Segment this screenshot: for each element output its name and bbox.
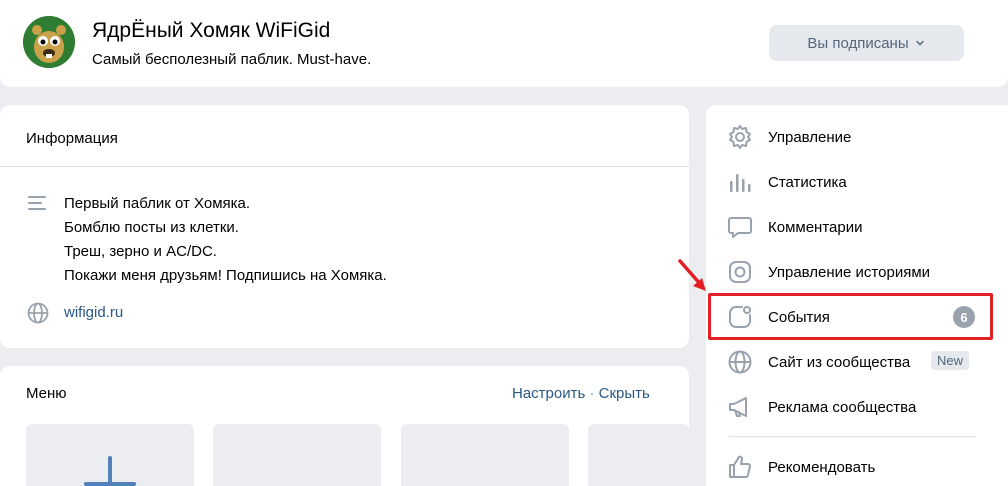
menu-title: Меню [26, 385, 67, 402]
hamster-avatar-icon [23, 16, 75, 68]
sidebar-item-label: Управление [768, 128, 852, 146]
thumbs-up-icon [729, 455, 751, 478]
megaphone-icon [729, 397, 747, 417]
community-header: ЯдрЁный Хомяк WiFiGid Самый бесполезный … [0, 0, 1008, 87]
menu-tile[interactable] [588, 424, 689, 486]
arrow-annotation-icon [678, 259, 706, 291]
sidebar-item-label: Статистика [768, 173, 847, 191]
page-title: ЯдрЁный Хомяк WiFiGid [92, 19, 331, 42]
subscribed-button-label: Вы подписаны [807, 34, 909, 52]
community-status: Самый бесполезный паблик. Must-have. [92, 51, 372, 68]
menu-tile[interactable] [213, 424, 381, 486]
description-line: Покажи меня друзьям! Подпишись на Хомяка… [64, 267, 387, 284]
menu-actions: Настроить · Скрыть [512, 385, 650, 402]
divider [729, 436, 976, 437]
gear-icon [729, 125, 751, 149]
configure-link[interactable]: Настроить [512, 385, 585, 402]
globe-icon [27, 302, 49, 324]
sidebar-item-ads[interactable]: Реклама сообщества [716, 387, 986, 427]
hide-link[interactable]: Скрыть [599, 385, 650, 402]
avatar[interactable] [23, 16, 75, 68]
sidebar-item-label: Управление историями [768, 263, 931, 281]
description-lines-icon [28, 196, 46, 210]
sidebar-item-label: Сайт из сообщества [768, 353, 911, 371]
info-title: Информация [26, 130, 118, 147]
sidebar-item-recommend[interactable]: Рекомендовать [716, 447, 986, 486]
chevron-down-icon [915, 40, 924, 46]
sidebar-item-label: Рекомендовать [768, 458, 876, 476]
description-line: Бомблю посты из клетки. [64, 219, 239, 236]
website-link[interactable]: wifigid.ru [64, 304, 123, 321]
bar-chart-icon [730, 174, 751, 192]
menu-tile[interactable] [401, 424, 569, 486]
description-line: Треш, зерно и AC/DC. [64, 243, 217, 260]
menu-tile-add[interactable] [26, 424, 194, 486]
plus-icon [84, 456, 136, 486]
sidebar-item-label: Комментарии [768, 218, 863, 236]
description-line: Первый паблик от Хомяка. [64, 195, 251, 212]
highlight-frame [708, 293, 993, 340]
comment-icon [728, 217, 752, 238]
sidebar-item-statistics[interactable]: Статистика [716, 162, 986, 202]
sidebar-item-comments[interactable]: Комментарии [716, 207, 986, 247]
globe-icon [728, 350, 752, 374]
sidebar-item-stories[interactable]: Управление историями [716, 252, 986, 292]
sidebar-item-management[interactable]: Управление [716, 117, 986, 157]
sidebar-item-label: Реклама сообщества [768, 398, 917, 416]
separator: · [589, 385, 595, 402]
divider [0, 166, 689, 167]
subscribed-button[interactable]: Вы подписаны [769, 25, 964, 61]
stories-icon [729, 261, 751, 283]
new-badge: New [931, 351, 970, 370]
